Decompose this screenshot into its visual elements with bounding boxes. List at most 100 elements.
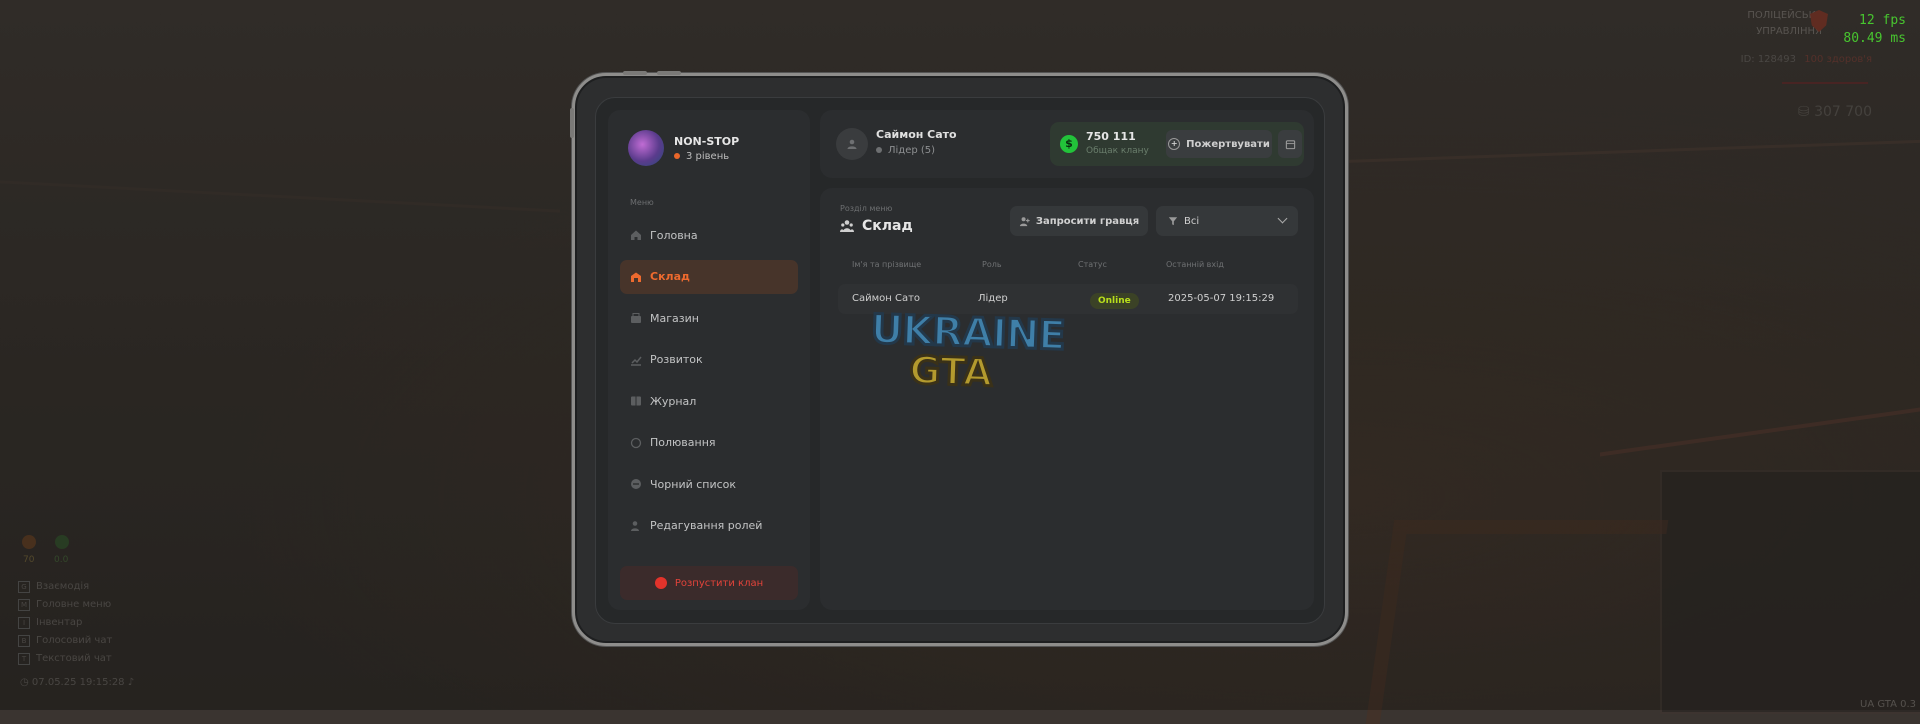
logo-line-2: GTA	[907, 346, 994, 396]
profile-header: Саймон Сато Лідер (5) $ 750 111 Общак кл…	[820, 110, 1314, 178]
page-title: Склад	[840, 218, 913, 234]
player-health: 100 здоров'я	[1804, 54, 1872, 65]
sidebar-item-label: Полювання	[650, 436, 716, 449]
thirst-icon	[55, 535, 70, 549]
sidebar-item-label: Магазин	[650, 311, 699, 325]
player-id: ID: 128493	[1740, 54, 1796, 65]
members-icon	[840, 220, 854, 232]
growth-icon	[630, 354, 642, 366]
ban-icon	[630, 478, 642, 490]
sidebar: NON-STOP 3 рівень Меню Головна Склад Маг…	[608, 110, 810, 610]
level-dot-icon	[674, 152, 680, 159]
version-label: UA GTA 0.3	[1860, 699, 1916, 710]
sidebar-item-label: Головна	[650, 228, 698, 242]
control-hint: T Текстовий чат	[18, 650, 112, 668]
sidebar-item-label: Журнал	[650, 394, 697, 408]
funds-value: 750 111	[1086, 130, 1136, 143]
money-display: ⛁ 307 700	[1798, 104, 1872, 120]
donate-button[interactable]: + Пожертвувати	[1166, 130, 1272, 158]
date-time: ◷ 07.05.25 19:15:28 ♪	[20, 677, 135, 688]
sidebar-item-label: Чорний список	[650, 477, 737, 491]
control-hint: G Взаємодія	[18, 578, 112, 596]
filter-icon	[1168, 217, 1178, 226]
background-chair	[1365, 520, 1669, 724]
plus-icon: +	[1168, 138, 1181, 150]
funds-label: Общак клану	[1086, 146, 1149, 156]
user-name: Саймон Сато	[876, 128, 957, 141]
chevron-down-icon	[1277, 213, 1288, 224]
user-icon	[847, 139, 857, 149]
clan-logo	[628, 130, 664, 166]
money-icon: ⛁	[1797, 104, 1810, 120]
add-user-icon	[1019, 216, 1030, 226]
control-hint: M Головне меню	[18, 596, 112, 614]
money-icon: $	[1060, 135, 1078, 153]
ukraine-gta-logo: UKRAINE GTA	[868, 305, 1071, 406]
status-badge: Online	[1090, 293, 1139, 309]
fps-value: 12 fps	[1859, 13, 1906, 28]
column-role: Роль	[982, 260, 1002, 269]
history-button[interactable]	[1278, 130, 1302, 158]
shop-icon	[630, 312, 642, 324]
sidebar-item-warehouse[interactable]: Склад	[620, 259, 798, 294]
user-role: Лідер (5)	[876, 145, 935, 156]
clan-level: 3 рівень	[674, 151, 739, 162]
sidebar-item-label: Розвиток	[650, 353, 703, 366]
background-box	[1660, 470, 1920, 714]
controls-list: G Взаємодія M Головне меню I Інвентар B Голо…	[18, 578, 112, 668]
hunger-icon	[22, 535, 36, 549]
fps-counter: 12 fps 80.49 ms	[1843, 12, 1906, 48]
faction-shield-icon	[1810, 10, 1828, 36]
clan-funds: $ 750 111 Общак клану + Пожертвувати	[1050, 122, 1304, 166]
warehouse-icon	[630, 271, 642, 283]
role-dot-icon	[876, 147, 882, 153]
section-label: Розділ меню	[840, 204, 893, 213]
calendar-icon	[1285, 139, 1295, 149]
background-shelf	[1340, 139, 1920, 164]
tablet-button	[623, 71, 647, 75]
thirst-value: 0.0	[54, 555, 69, 565]
sidebar-item-label: Редагування ролей	[650, 519, 763, 532]
column-name: Ім'я та прізвище	[852, 260, 922, 269]
background-shelf	[0, 180, 560, 213]
close-circle-icon	[654, 577, 667, 589]
disband-label: Розпустити клан	[674, 577, 764, 589]
filter-dropdown[interactable]: Всі	[1156, 206, 1298, 236]
member-last-login: 2025-05-07 19:15:29	[1168, 293, 1275, 304]
home-icon	[630, 229, 642, 241]
filter-value: Всі	[1184, 215, 1200, 227]
column-status: Статус	[1078, 260, 1107, 269]
sidebar-item-role-edit[interactable]: Редагування ролей	[620, 509, 798, 543]
status-indicators	[22, 534, 83, 553]
background-rail	[1600, 407, 1920, 457]
menu-title: Меню	[630, 198, 654, 207]
avatar	[836, 128, 868, 160]
sidebar-menu: Головна Склад Магазин Розвиток Журнал По…	[620, 218, 798, 550]
health-bar	[1782, 82, 1868, 84]
control-hint: I Інвентар	[18, 614, 112, 632]
clan-name: NON-STOP	[674, 134, 740, 148]
member-name: Саймон Сато	[852, 293, 921, 304]
role-edit-icon	[630, 520, 642, 532]
sidebar-item-hunting[interactable]: Полювання	[620, 426, 798, 460]
tablet-button	[657, 71, 681, 75]
sidebar-item-shop[interactable]: Магазин	[620, 301, 798, 335]
member-role: Лідер	[978, 293, 1008, 304]
disband-clan-button[interactable]: Розпустити клан	[620, 566, 798, 600]
clan-info: NON-STOP 3 рівень	[628, 130, 739, 166]
money-value: 307 700	[1814, 104, 1872, 120]
control-hint: B Голосовий чат	[18, 632, 112, 650]
sidebar-item-journal[interactable]: Журнал	[620, 384, 798, 418]
hunger-value: 70	[23, 555, 35, 565]
invite-player-button[interactable]: Запросити гравця	[1010, 206, 1148, 236]
frame-time: 80.49 ms	[1843, 31, 1906, 46]
sidebar-item-label: Склад	[650, 270, 690, 283]
target-icon	[630, 437, 642, 449]
column-last-login: Останній вхід	[1166, 260, 1224, 269]
sidebar-item-home[interactable]: Головна	[620, 218, 798, 252]
clock-icon: ◷	[20, 677, 29, 688]
sidebar-item-growth[interactable]: Розвиток	[620, 343, 798, 377]
tablet-side-button	[570, 108, 574, 138]
sidebar-item-blacklist[interactable]: Чорний список	[620, 467, 798, 501]
journal-icon	[630, 395, 642, 407]
